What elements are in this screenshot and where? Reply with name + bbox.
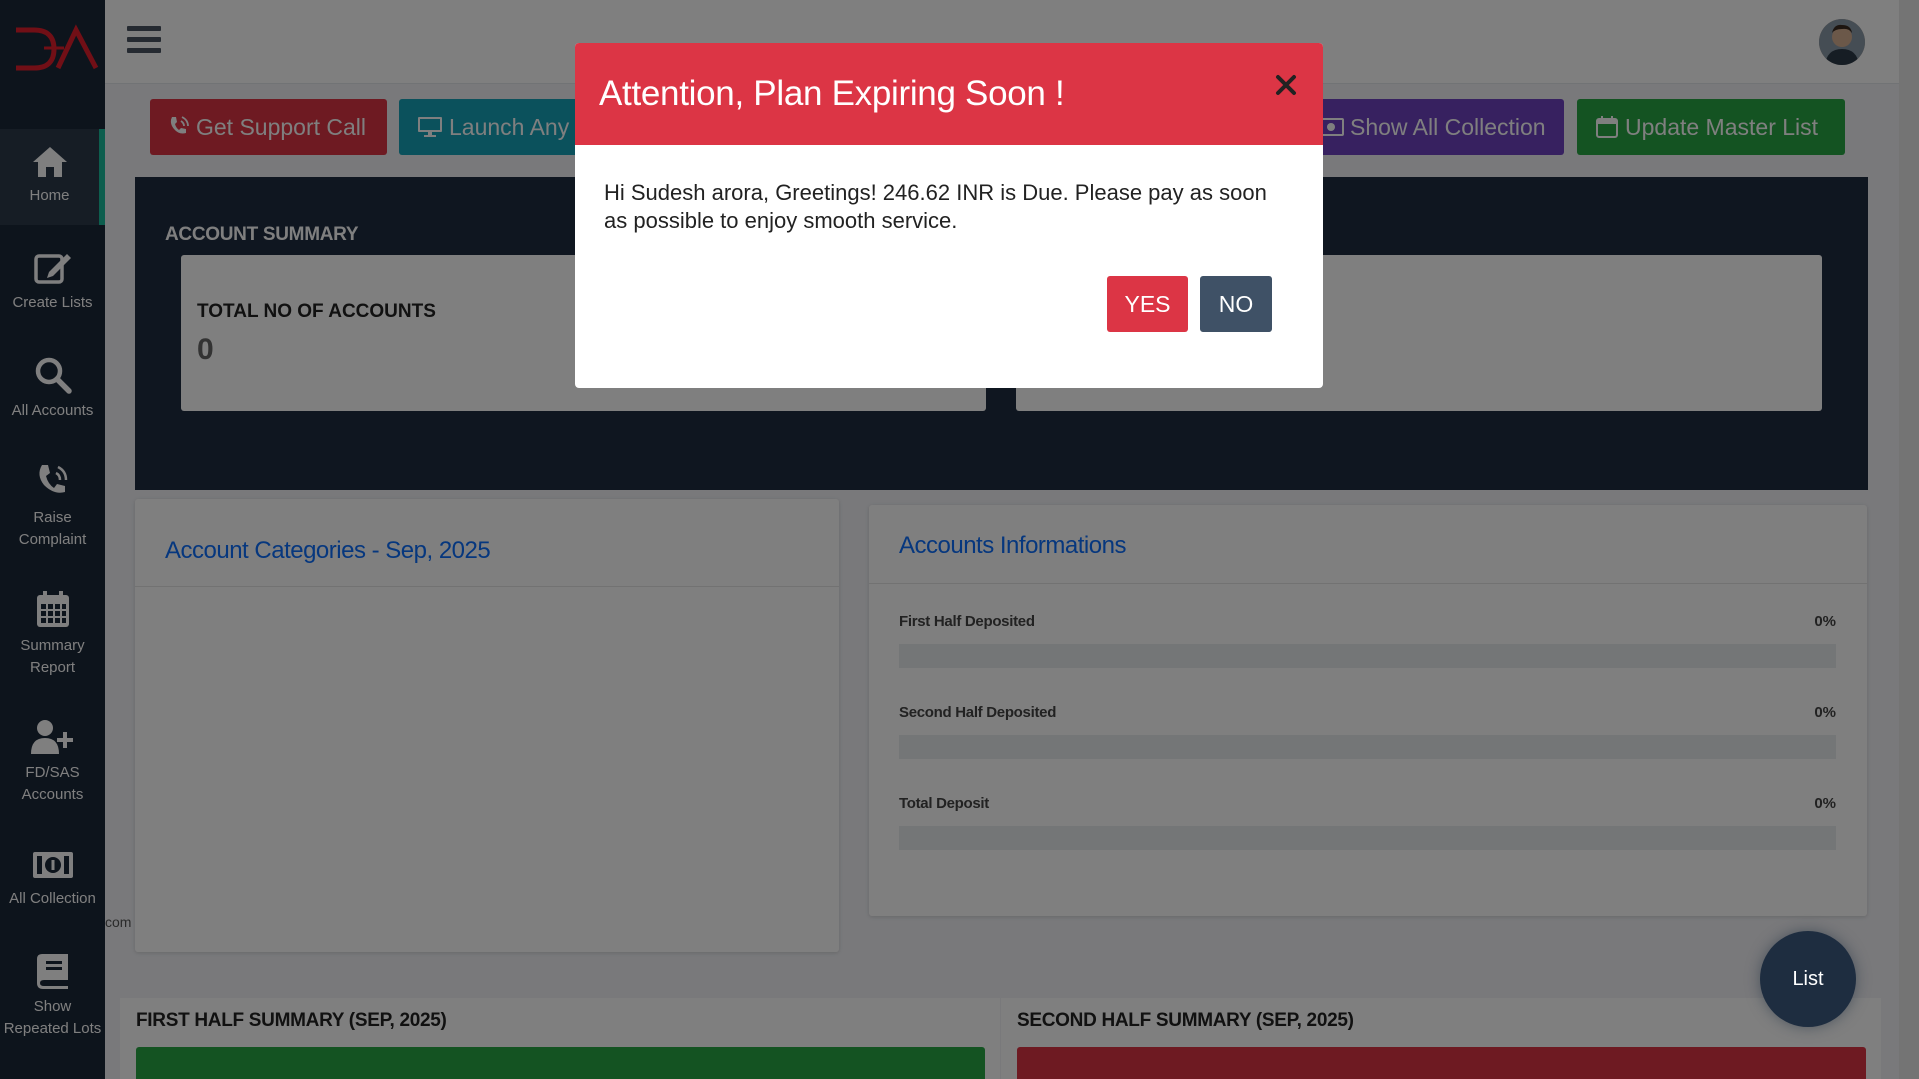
yes-button-label: YES [1124,290,1171,317]
modal-title: Attention, Plan Expiring Soon ! [599,74,1065,113]
no-button-label: NO [1218,290,1254,317]
modal-message: Hi Sudesh arora, Greetings! 246.62 INR i… [604,180,1267,233]
modal-header: Attention, Plan Expiring Soon ! [575,43,1323,145]
close-icon[interactable] [1273,72,1299,98]
yes-button[interactable]: YES [1107,276,1188,332]
list-fab-label: List [1792,967,1824,990]
no-button[interactable]: NO [1200,276,1272,332]
list-fab-button[interactable]: List [1760,931,1856,1027]
plan-expiring-modal: Attention, Plan Expiring Soon ! Hi Sudes… [575,43,1323,388]
